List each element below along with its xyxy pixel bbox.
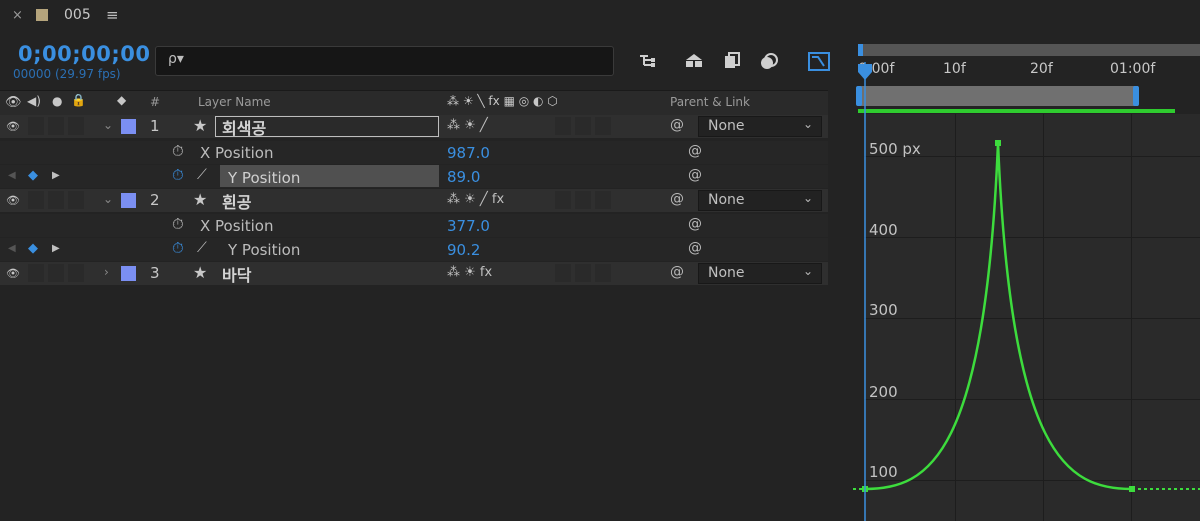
playhead-marker — [858, 64, 872, 80]
graph-keyframe — [995, 140, 1001, 146]
value-graph-curve — [864, 142, 1133, 491]
graph-curve-layer — [853, 62, 1200, 521]
graph-keyframe — [1129, 486, 1135, 492]
